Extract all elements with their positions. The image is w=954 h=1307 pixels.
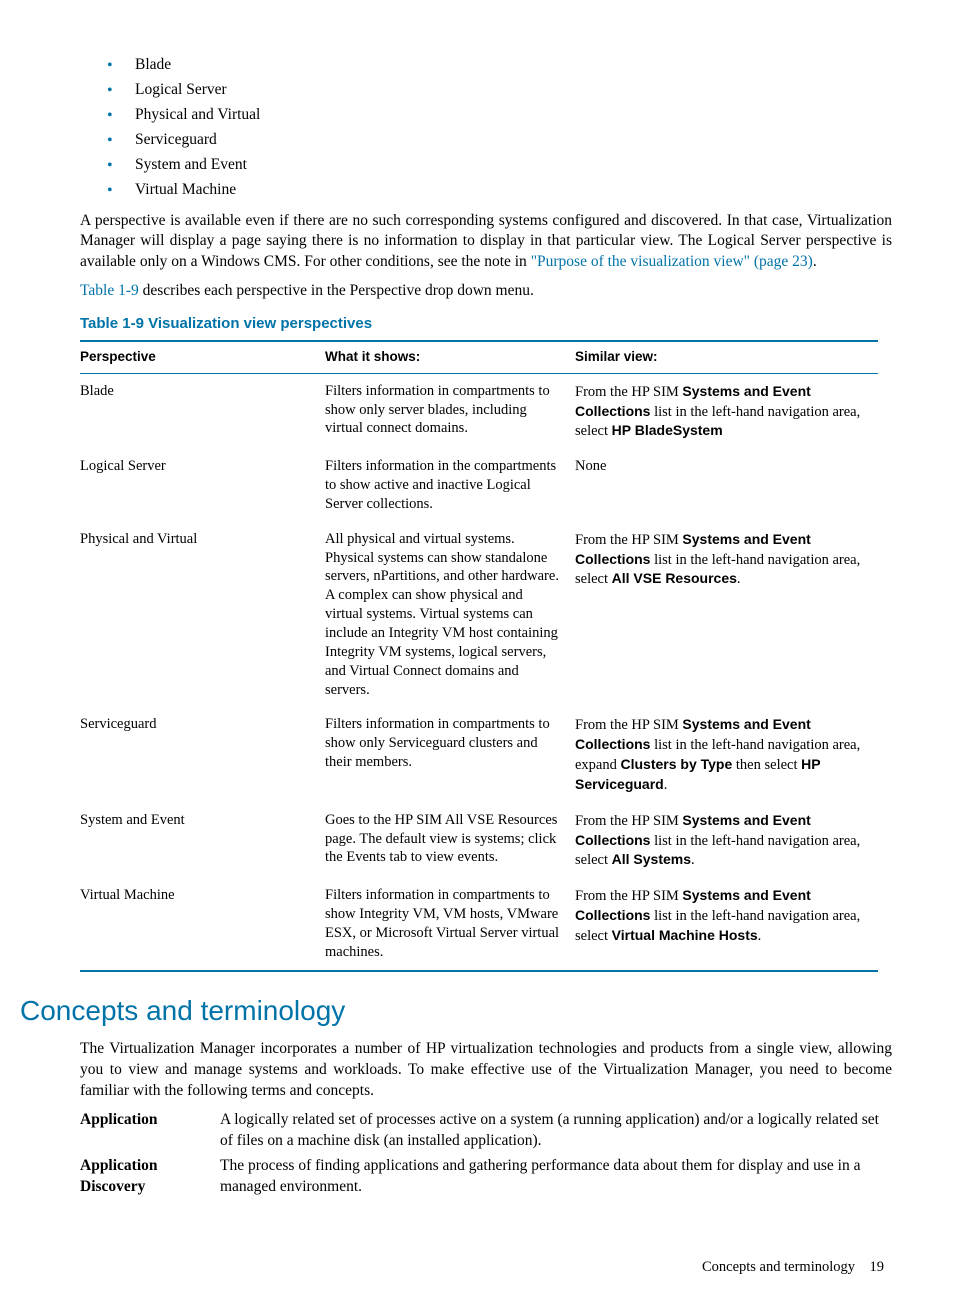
table-caption: Table 1-9 Visualization view perspective… [80, 314, 892, 334]
similar-view-cell: None [575, 449, 878, 522]
perspective-cell: Physical and Virtual [80, 522, 325, 708]
paragraph-2: Table 1-9 describes each perspective in … [80, 281, 892, 302]
footer-text: Concepts and terminology [702, 1259, 855, 1275]
what-it-shows-cell: Filters information in compartments to s… [325, 373, 575, 449]
table-row: Virtual MachineFilters information in co… [80, 878, 878, 970]
similar-view-cell: From the HP SIM Systems and Event Collec… [575, 522, 878, 708]
table-row: System and EventGoes to the HP SIM All V… [80, 803, 878, 879]
what-it-shows-cell: All physical and virtual systems. Physic… [325, 522, 575, 708]
what-it-shows-cell: Goes to the HP SIM All VSE Resources pag… [325, 803, 575, 879]
definition-row: Application DiscoveryThe process of find… [80, 1156, 892, 1198]
perspective-cell: Serviceguard [80, 707, 325, 802]
link-table-1-9[interactable]: Table 1-9 [80, 282, 139, 299]
perspective-cell: Logical Server [80, 449, 325, 522]
perspectives-table: Perspective What it shows: Similar view:… [80, 340, 878, 971]
list-item: Physical and Virtual [107, 105, 892, 126]
table-row: Logical ServerFilters information in the… [80, 449, 878, 522]
perspective-cell: Virtual Machine [80, 878, 325, 970]
table-row: BladeFilters information in compartments… [80, 373, 878, 449]
list-item: Serviceguard [107, 130, 892, 151]
definition-term: Application Discovery [80, 1156, 220, 1198]
table-header: What it shows: [325, 341, 575, 373]
perspective-bullet-list: Blade Logical Server Physical and Virtua… [107, 55, 892, 201]
table-header: Similar view: [575, 341, 878, 373]
text: describes each perspective in the Perspe… [139, 282, 534, 299]
what-it-shows-cell: Filters information in the compartments … [325, 449, 575, 522]
table-row: ServiceguardFilters information in compa… [80, 707, 878, 802]
similar-view-cell: From the HP SIM Systems and Event Collec… [575, 373, 878, 449]
page-footer: Concepts and terminology 19 [62, 1258, 892, 1278]
perspective-cell: Blade [80, 373, 325, 449]
definition-list: ApplicationA logically related set of pr… [80, 1110, 892, 1198]
link-purpose-visualization[interactable]: "Purpose of the visualization view" (pag… [531, 253, 813, 270]
perspective-cell: System and Event [80, 803, 325, 879]
list-item: Virtual Machine [107, 180, 892, 201]
definition-row: ApplicationA logically related set of pr… [80, 1110, 892, 1152]
table-row: Physical and VirtualAll physical and vir… [80, 522, 878, 708]
definition-description: A logically related set of processes act… [220, 1110, 892, 1152]
similar-view-cell: From the HP SIM Systems and Event Collec… [575, 803, 878, 879]
list-item: Logical Server [107, 80, 892, 101]
list-item: System and Event [107, 155, 892, 176]
definition-description: The process of finding applications and … [220, 1156, 892, 1198]
similar-view-cell: From the HP SIM Systems and Event Collec… [575, 878, 878, 970]
list-item: Blade [107, 55, 892, 76]
page-number: 19 [870, 1259, 885, 1275]
text: . [813, 253, 817, 270]
what-it-shows-cell: Filters information in compartments to s… [325, 707, 575, 802]
what-it-shows-cell: Filters information in compartments to s… [325, 878, 575, 970]
section-intro: The Virtualization Manager incorporates … [80, 1039, 892, 1102]
definition-term: Application [80, 1110, 220, 1152]
table-header: Perspective [80, 341, 325, 373]
section-heading: Concepts and terminology [20, 992, 892, 1030]
paragraph-1: A perspective is available even if there… [80, 211, 892, 274]
similar-view-cell: From the HP SIM Systems and Event Collec… [575, 707, 878, 802]
